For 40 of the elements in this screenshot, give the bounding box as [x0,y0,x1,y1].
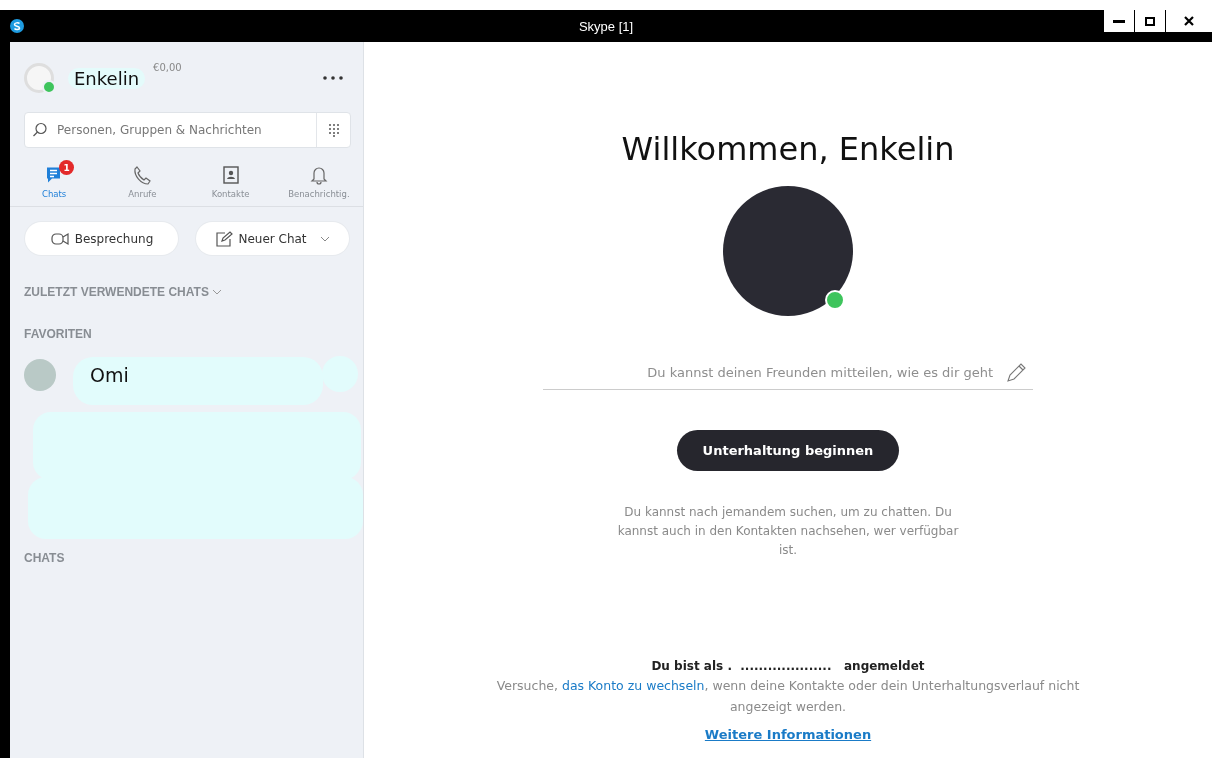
chat-icon [47,167,62,183]
switch-account-link[interactable]: das Konto zu wechseln [561,678,705,693]
contact-item[interactable]: Omi [24,359,129,391]
welcome-heading: Willkommen, Enkelin [621,130,955,168]
more-options-icon[interactable] [323,76,343,80]
section-heading: FAVORITEN [24,327,92,341]
compose-icon [215,230,234,247]
switch-account-note: Versuche, das Konto zu wechseln, wenn deine Kontakte oder dein Unterhaltungsverlauf nicht angezeigt werden. [495,677,1081,716]
close-icon [1184,16,1194,26]
nav-tab[interactable]: Anrufe [98,164,187,199]
hint-text: Du kannst nach jemandem suchen, um zu chatten. Du kannst auch in den Kontakten nachsehen, wer verfügbar ist. [616,504,960,559]
more-info-link[interactable]: Weitere Informationen [704,727,872,742]
maximize-icon [1145,16,1155,26]
action-button[interactable]: Besprechung [25,222,178,255]
section-heading: CHATS [24,551,65,565]
unread-badge: 1 [59,160,75,175]
section-heading[interactable]: ZULETZT VERWENDETE CHATS [24,285,209,299]
close-button[interactable] [1166,10,1212,32]
phone-icon [133,165,152,185]
video-camera-icon [49,230,70,247]
mood-message-field[interactable]: Du kannst deinen Freunden mitteilen, wie es dir geht [543,356,1033,390]
profile-name: Enkelin [68,67,146,89]
nav-tab[interactable]: Benachrichtig. [274,164,363,199]
dialpad-icon[interactable] [327,123,340,137]
maximize-button[interactable] [1135,10,1166,32]
minimize-button[interactable] [1104,10,1135,32]
avatar-icon [24,359,56,391]
start-conversation-button[interactable]: Unterhaltung beginnen [676,430,900,471]
bell-icon [309,165,328,185]
minimize-icon [1113,19,1125,23]
contact-card-icon [221,165,240,185]
search-field[interactable]: Personen, Gruppen & Nachrichten [53,123,316,137]
skype-logo-icon [10,19,24,33]
window-title: Skype [1] [578,18,634,34]
signed-in-text: Du bist als . .................... angemeldet [651,659,925,673]
credit-balance: €0,00 [153,62,182,73]
search-bar[interactable]: Personen, Gruppen & Nachrichten [24,112,351,148]
nav-tab[interactable]: Kontakte [186,164,275,199]
action-button[interactable]: Neuer Chat [196,222,349,255]
pencil-icon[interactable] [1005,362,1027,384]
